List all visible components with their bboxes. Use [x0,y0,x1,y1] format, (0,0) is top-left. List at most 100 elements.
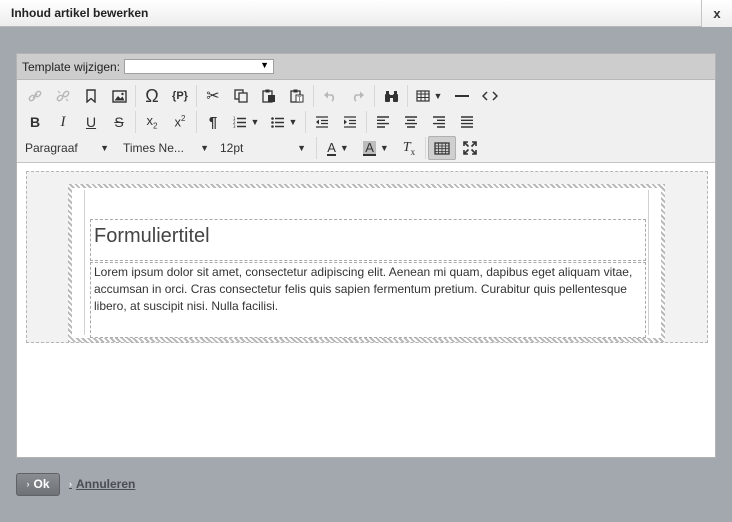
link-button[interactable] [21,84,49,108]
maximize-button[interactable] [456,136,484,160]
undo-button[interactable] [316,84,344,108]
ok-button[interactable]: › Ok [16,472,60,496]
align-justify-icon [461,116,473,128]
font-size-select-value: 12pt [220,141,244,155]
show-table-borders-button[interactable] [428,136,456,160]
special-char-button[interactable]: Ω [138,84,166,108]
column-divider [648,190,649,335]
underline-icon: U [85,114,97,130]
toolbar-row-3: Paragraaf ▼ Times Ne... ▼ 12pt ▼ A ▼ A ▼… [21,135,715,161]
paste-button[interactable] [255,84,283,108]
column-divider [84,190,85,335]
body-paragraph[interactable]: Lorem ipsum dolor sit amet, consectetur … [90,262,646,338]
chevron-down-icon: ▼ [297,143,306,153]
background-color-button[interactable]: A ▼ [357,136,395,160]
toolbar-separator [407,85,408,107]
bullet-list-icon [270,117,284,128]
paste-text-button[interactable]: T [283,84,311,108]
cut-button[interactable]: ✂ [199,84,227,108]
find-button[interactable] [377,84,405,108]
font-select[interactable]: Times Ne... ▼ [119,137,213,159]
chevron-down-icon: ▼ [250,117,260,127]
toolbar-separator [313,85,314,107]
text-color-button[interactable]: A ▼ [319,136,357,160]
numbered-list-button[interactable]: 123 ▼ [227,110,265,134]
editor: Template wijzigen: ▼ Ω {P} ✂ T ▼ B I U S… [16,53,716,458]
binoculars-icon [384,90,398,102]
toolbar-separator [374,85,375,107]
cancel-label: Annuleren [76,477,136,491]
toolbar-separator [135,111,136,133]
show-blocks-button[interactable]: ¶ [199,110,227,134]
numbered-list-icon: 123 [233,116,246,128]
underline-button[interactable]: U [77,110,105,134]
bullet-list-button[interactable]: ▼ [265,110,303,134]
chevron-down-icon: ▼ [100,143,109,153]
bold-button[interactable]: B [21,110,49,134]
align-center-button[interactable] [397,110,425,134]
superscript-button[interactable]: x2 [166,110,194,134]
template-row: Template wijzigen: ▼ [17,54,715,80]
image-button[interactable] [105,84,133,108]
close-button[interactable]: x [701,0,732,27]
copy-button[interactable] [227,84,255,108]
editor-content[interactable]: Formuliertitel Lorem ipsum dolor sit ame… [17,163,715,457]
unlink-icon [56,90,70,102]
align-left-button[interactable] [369,110,397,134]
redo-icon [353,91,364,102]
paste-text-icon: T [290,89,304,103]
placeholder-icon: {P} [172,90,188,102]
form-title-heading[interactable]: Formuliertitel [90,219,646,261]
outdent-button[interactable] [308,110,336,134]
strikethrough-icon: S [114,114,124,130]
format-select[interactable]: Paragraaf ▼ [21,137,113,159]
placeholder-button[interactable]: {P} [166,84,194,108]
bookmark-button[interactable] [77,84,105,108]
font-size-select[interactable]: 12pt ▼ [216,137,310,159]
horizontal-rule-icon [455,95,469,97]
svg-text:3: 3 [233,124,236,128]
table-button[interactable]: ▼ [410,84,448,108]
indent-button[interactable] [336,110,364,134]
align-right-icon [433,116,445,128]
outdent-icon [316,116,328,128]
toolbar-row-1: Ω {P} ✂ T ▼ [21,83,715,109]
undo-icon [324,91,335,102]
table-icon [415,90,430,102]
chevron-right-icon: › [26,479,30,489]
chevron-down-icon: ▼ [288,117,298,127]
dialog-title: Inhoud artikel bewerken [11,6,149,20]
pilcrow-icon: ¶ [208,113,218,131]
italic-icon: I [60,113,66,130]
align-justify-button[interactable] [453,110,481,134]
italic-button[interactable]: I [49,110,77,134]
toolbar-row-2: B I U S x2 x2 ¶ 123 ▼ ▼ [21,109,715,135]
template-select[interactable]: ▼ [124,59,275,74]
superscript-icon: x2 [174,114,186,130]
redo-button[interactable] [344,84,372,108]
format-select-value: Paragraaf [25,141,78,155]
cancel-link[interactable]: › Annuleren [69,477,135,491]
maximize-icon [463,141,477,155]
table-borders-icon [434,141,450,155]
background-color-icon: A [363,139,376,156]
subscript-button[interactable]: x2 [138,110,166,134]
strikethrough-button[interactable]: S [105,110,133,134]
unlink-button[interactable] [49,84,77,108]
toolbar-separator [196,85,197,107]
clear-format-button[interactable]: Tx [395,136,423,160]
dialog-footer: › Ok › Annuleren [16,472,135,496]
template-label: Template wijzigen: [22,59,121,74]
special-char-icon: Ω [145,85,159,106]
ok-label: Ok [33,477,50,491]
source-code-button[interactable] [476,84,504,108]
chevron-down-icon: ▼ [379,143,389,153]
cut-icon: ✂ [206,88,220,105]
subscript-icon: x2 [146,113,158,131]
chevron-right-icon: › [69,479,72,489]
bold-icon: B [29,114,41,130]
align-right-button[interactable] [425,110,453,134]
text-color-icon: A [327,139,336,156]
horizontal-rule-button[interactable] [448,84,476,108]
clear-format-icon: Tx [402,139,416,157]
